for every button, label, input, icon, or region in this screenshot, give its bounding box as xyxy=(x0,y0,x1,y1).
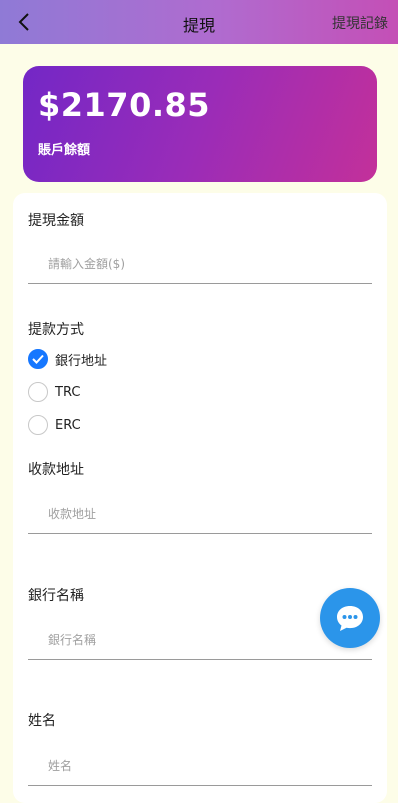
name-label: 姓名 xyxy=(28,713,56,729)
method-option-label: ERC xyxy=(55,417,81,433)
method-option-label: 銀行地址 xyxy=(55,353,108,369)
radio-unchecked[interactable] xyxy=(28,415,48,435)
radio-unchecked[interactable] xyxy=(28,382,48,402)
amount-input[interactable] xyxy=(28,244,372,284)
method-option-label: TRC xyxy=(55,384,81,400)
method-option-trc[interactable]: TRC xyxy=(28,380,80,404)
chevron-left-icon xyxy=(18,13,29,31)
chat-support-button[interactable] xyxy=(320,588,380,648)
address-label: 收款地址 xyxy=(28,462,84,478)
chat-bubble-icon xyxy=(337,606,363,631)
radio-checked[interactable] xyxy=(28,349,48,369)
balance-amount: $2170.85 xyxy=(38,86,211,124)
method-label: 提款方式 xyxy=(28,322,84,338)
withdrawal-records-link[interactable]: 提現記錄 xyxy=(332,13,388,33)
top-nav-bar: 提現 提現記錄 xyxy=(0,0,398,44)
name-input[interactable] xyxy=(28,746,372,786)
back-button[interactable] xyxy=(12,10,36,34)
method-option-bank[interactable]: 銀行地址 xyxy=(28,347,107,371)
withdraw-form: 提現金額 提款方式 銀行地址 TRC ERC 收款地址 銀行名稱 姓名 xyxy=(13,193,387,803)
checkmark-icon xyxy=(32,354,44,364)
balance-card: $2170.85 賬戶餘額 xyxy=(23,66,377,182)
bank-name-label: 銀行名稱 xyxy=(28,588,84,604)
method-option-erc[interactable]: ERC xyxy=(28,413,81,437)
address-input[interactable] xyxy=(28,494,372,534)
balance-label: 賬戶餘額 xyxy=(38,143,91,158)
amount-label: 提現金額 xyxy=(28,213,84,229)
